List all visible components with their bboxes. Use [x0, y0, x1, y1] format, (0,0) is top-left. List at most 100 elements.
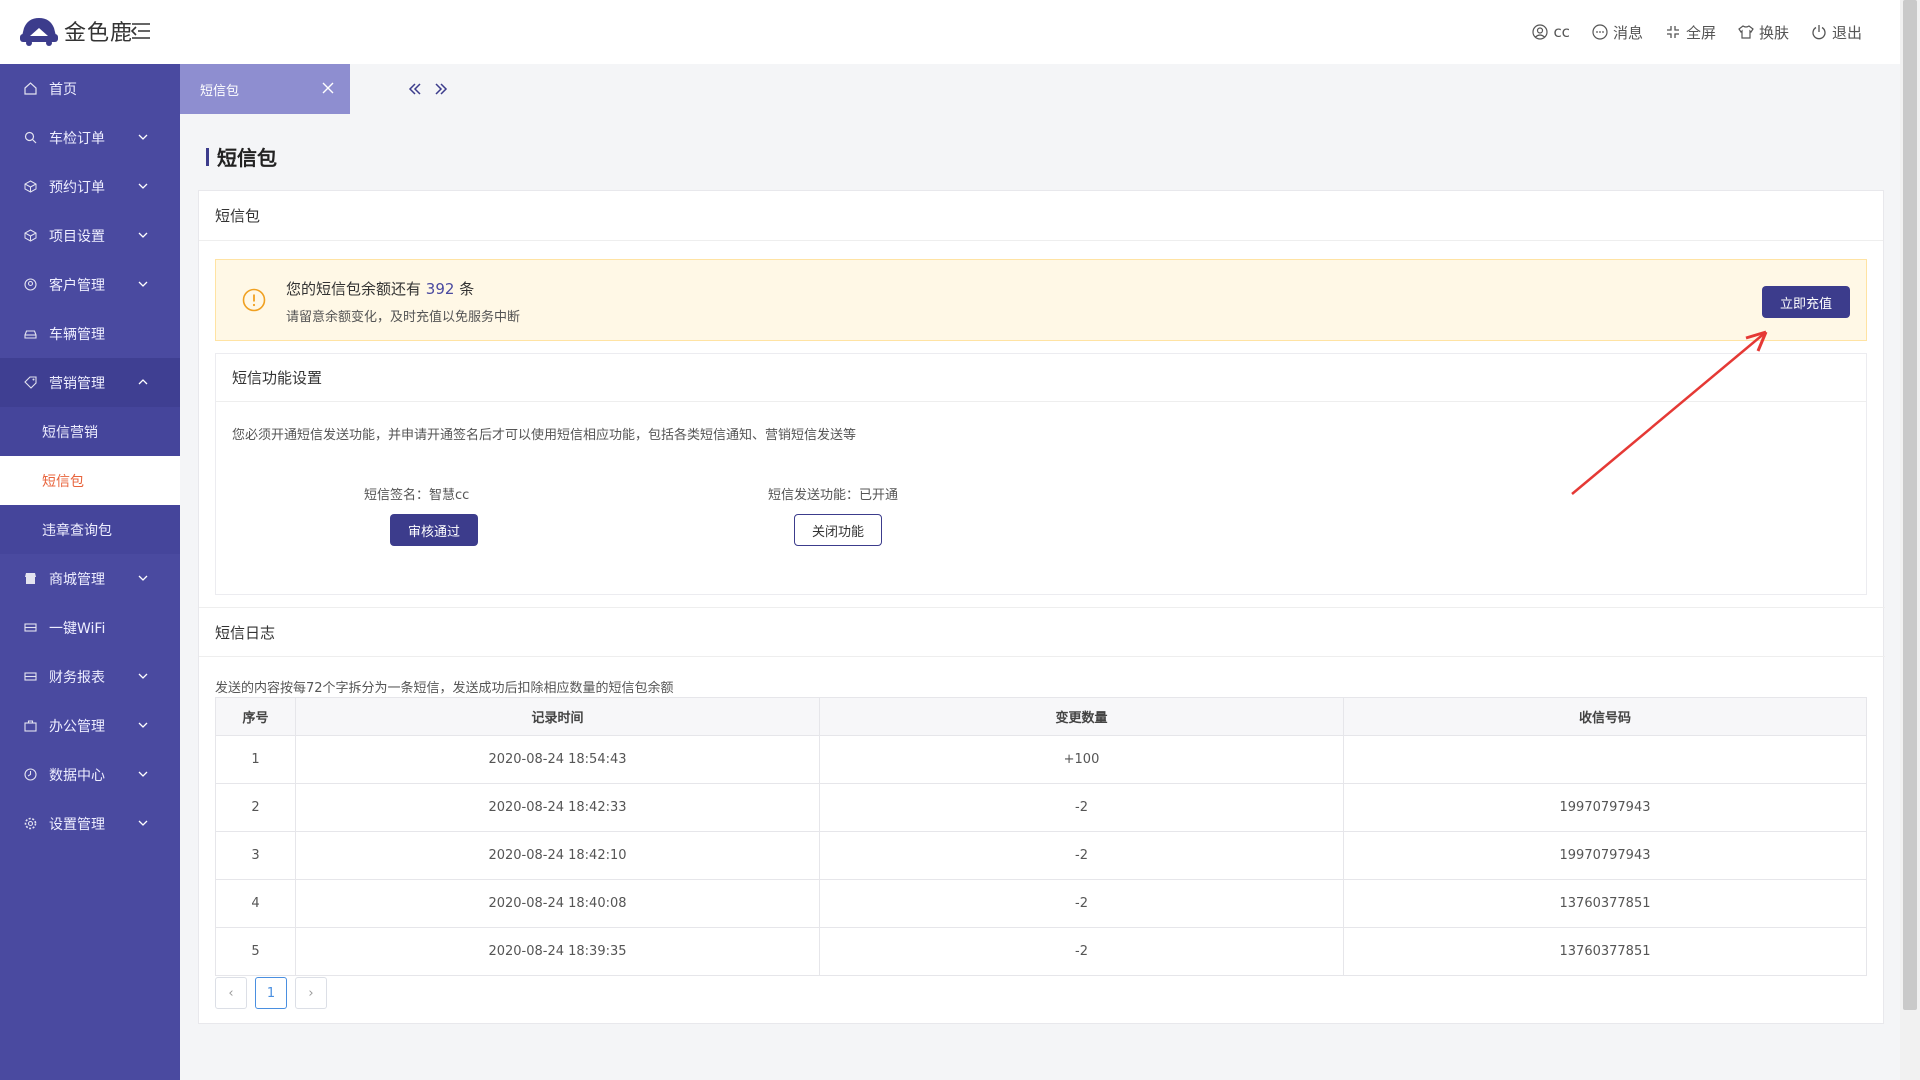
cell-no: 5 — [215, 927, 296, 976]
top-header: 金色鹿 cc 消息 全屏 换肤 退出 — [0, 0, 1900, 64]
cell-phone: 19970797943 — [1343, 783, 1867, 832]
cell-no: 3 — [215, 831, 296, 880]
sidebar-item-label: 财务报表 — [49, 669, 105, 686]
balance-suffix: 条 — [459, 280, 475, 298]
user-name: cc — [1553, 23, 1570, 41]
power-icon — [1812, 25, 1826, 40]
chevron-down-icon — [138, 722, 148, 728]
balance-hint: 请留意余额变化，及时充值以免服务中断 — [286, 310, 521, 325]
cell-change: +100 — [819, 735, 1344, 784]
warning-icon — [242, 288, 266, 312]
sidebar: 首页 车检订单 预约订单 项目设置 客户管理 车辆管理 营销管理 短信营销 短信… — [0, 64, 180, 1080]
cell-phone: 13760377851 — [1343, 927, 1867, 976]
cube-icon — [24, 229, 37, 242]
cell-change: -2 — [819, 831, 1344, 880]
menu-collapse-icon[interactable] — [130, 20, 152, 42]
sidebar-item-data-center[interactable]: 数据中心 — [0, 750, 180, 799]
sidebar-item-label: 车检订单 — [49, 130, 105, 147]
sidebar-item-label: 一键WiFi — [49, 620, 106, 637]
cube-icon — [24, 180, 37, 193]
cell-change: -2 — [819, 783, 1344, 832]
tab-sms-package[interactable]: 短信包 — [180, 64, 350, 114]
sidebar-item-marketing[interactable]: 营销管理 — [0, 358, 180, 407]
sidebar-item-label: 短信营销 — [42, 424, 98, 441]
car-icon — [24, 330, 37, 339]
page-scrollbar[interactable] — [1900, 0, 1920, 1080]
sidebar-item-project-settings[interactable]: 项目设置 — [0, 211, 180, 260]
sidebar-item-label: 办公管理 — [49, 718, 105, 735]
sidebar-item-customers[interactable]: 客户管理 — [0, 260, 180, 309]
sidebar-item-vehicles[interactable]: 车辆管理 — [0, 309, 180, 358]
card-title: 短信包 — [199, 191, 1883, 241]
table-row: 4 2020-08-24 18:40:08 -2 13760377851 — [215, 879, 1867, 928]
page-button-current[interactable]: 1 — [255, 977, 287, 1009]
shirt-icon — [1738, 25, 1754, 39]
sidebar-item-office[interactable]: 办公管理 — [0, 701, 180, 750]
fullscreen-label: 全屏 — [1685, 23, 1716, 42]
messages-button[interactable]: 消息 — [1592, 22, 1643, 43]
column-header-no: 序号 — [215, 697, 296, 736]
sidebar-item-label: 预约订单 — [49, 179, 105, 196]
next-page-button[interactable]: › — [295, 977, 327, 1009]
sidebar-item-sms-marketing[interactable]: 短信营销 — [0, 407, 180, 456]
sidebar-item-inspection-orders[interactable]: 车检订单 — [0, 113, 180, 162]
balance-prefix: 您的短信包余额还有 — [286, 280, 422, 298]
double-chevron-left-icon[interactable] — [408, 82, 422, 96]
skin-button[interactable]: 换肤 — [1738, 22, 1789, 43]
sidebar-item-wifi[interactable]: 一键WiFi — [0, 603, 180, 652]
list-icon — [24, 623, 37, 632]
sms-package-card: 短信包 您的短信包余额还有 392 条 请留意余额变化，及时充值以免服务中断 立… — [198, 190, 1885, 1024]
sidebar-item-home[interactable]: 首页 — [0, 64, 180, 113]
sms-log-table: 序号 记录时间 变更数量 收信号码 1 2020-08-24 18:54:43 … — [215, 697, 1867, 976]
send-function-label: 短信发送功能：已开通 — [768, 488, 899, 503]
table-header-row: 序号 记录时间 变更数量 收信号码 — [215, 697, 1867, 736]
logout-button[interactable]: 退出 — [1811, 22, 1862, 43]
sidebar-item-violation-package[interactable]: 违章查询包 — [0, 505, 180, 554]
table-row: 2 2020-08-24 18:42:33 -2 19970797943 — [215, 783, 1867, 832]
double-chevron-right-icon[interactable] — [434, 82, 448, 96]
table-row: 5 2020-08-24 18:39:35 -2 13760377851 — [215, 927, 1867, 976]
signature-approved-button[interactable]: 审核通过 — [390, 514, 478, 546]
sidebar-item-booking-orders[interactable]: 预约订单 — [0, 162, 180, 211]
cell-no: 1 — [215, 735, 296, 784]
chevron-down-icon — [138, 771, 148, 777]
clock-icon — [24, 768, 37, 781]
message-icon — [1592, 24, 1608, 40]
sidebar-item-sms-package[interactable]: 短信包 — [0, 456, 180, 505]
fullscreen-button[interactable]: 全屏 — [1665, 22, 1716, 43]
chevron-down-icon — [138, 232, 148, 238]
sidebar-item-settings[interactable]: 设置管理 — [0, 799, 180, 848]
table-row: 3 2020-08-24 18:42:10 -2 19970797943 — [215, 831, 1867, 880]
shop-icon — [25, 573, 36, 584]
scrollbar-thumb[interactable] — [1903, 0, 1917, 1010]
fullscreen-icon — [1666, 26, 1679, 38]
search-icon — [24, 131, 37, 144]
sms-log-title: 短信日志 — [199, 607, 1885, 657]
sms-settings-panel: 短信功能设置 您必须开通短信发送功能，并申请开通签名后才可以使用短信相应功能，包… — [215, 353, 1867, 595]
gear-icon — [24, 817, 37, 830]
cell-time: 2020-08-24 18:39:35 — [295, 927, 820, 976]
sidebar-item-label: 项目设置 — [49, 228, 105, 245]
header-actions: cc 消息 全屏 换肤 退出 — [1532, 0, 1862, 64]
chevron-down-icon — [138, 183, 148, 189]
prev-page-button[interactable]: ‹ — [215, 977, 247, 1009]
brand-logo[interactable]: 金色鹿 — [20, 14, 133, 48]
pagination: ‹ 1 › — [215, 977, 327, 1009]
sidebar-item-label: 设置管理 — [49, 816, 105, 833]
close-icon[interactable] — [322, 82, 334, 94]
cell-time: 2020-08-24 18:42:10 — [295, 831, 820, 880]
recharge-button[interactable]: 立即充值 — [1762, 286, 1850, 318]
tag-icon — [24, 376, 37, 389]
column-header-phone: 收信号码 — [1343, 697, 1867, 736]
user-menu[interactable]: cc — [1532, 23, 1570, 41]
sidebar-item-finance-reports[interactable]: 财务报表 — [0, 652, 180, 701]
sms-settings-desc: 您必须开通短信发送功能，并申请开通签名后才可以使用短信相应功能，包括各类短信通知… — [232, 428, 857, 443]
close-function-button[interactable]: 关闭功能 — [794, 514, 882, 546]
logout-label: 退出 — [1831, 23, 1862, 42]
messages-label: 消息 — [1612, 23, 1643, 42]
user-icon — [1532, 24, 1549, 40]
skin-label: 换肤 — [1758, 23, 1789, 42]
sidebar-item-mall[interactable]: 商城管理 — [0, 554, 180, 603]
sidebar-item-label: 营销管理 — [49, 375, 105, 392]
sidebar-item-label: 车辆管理 — [49, 326, 105, 343]
